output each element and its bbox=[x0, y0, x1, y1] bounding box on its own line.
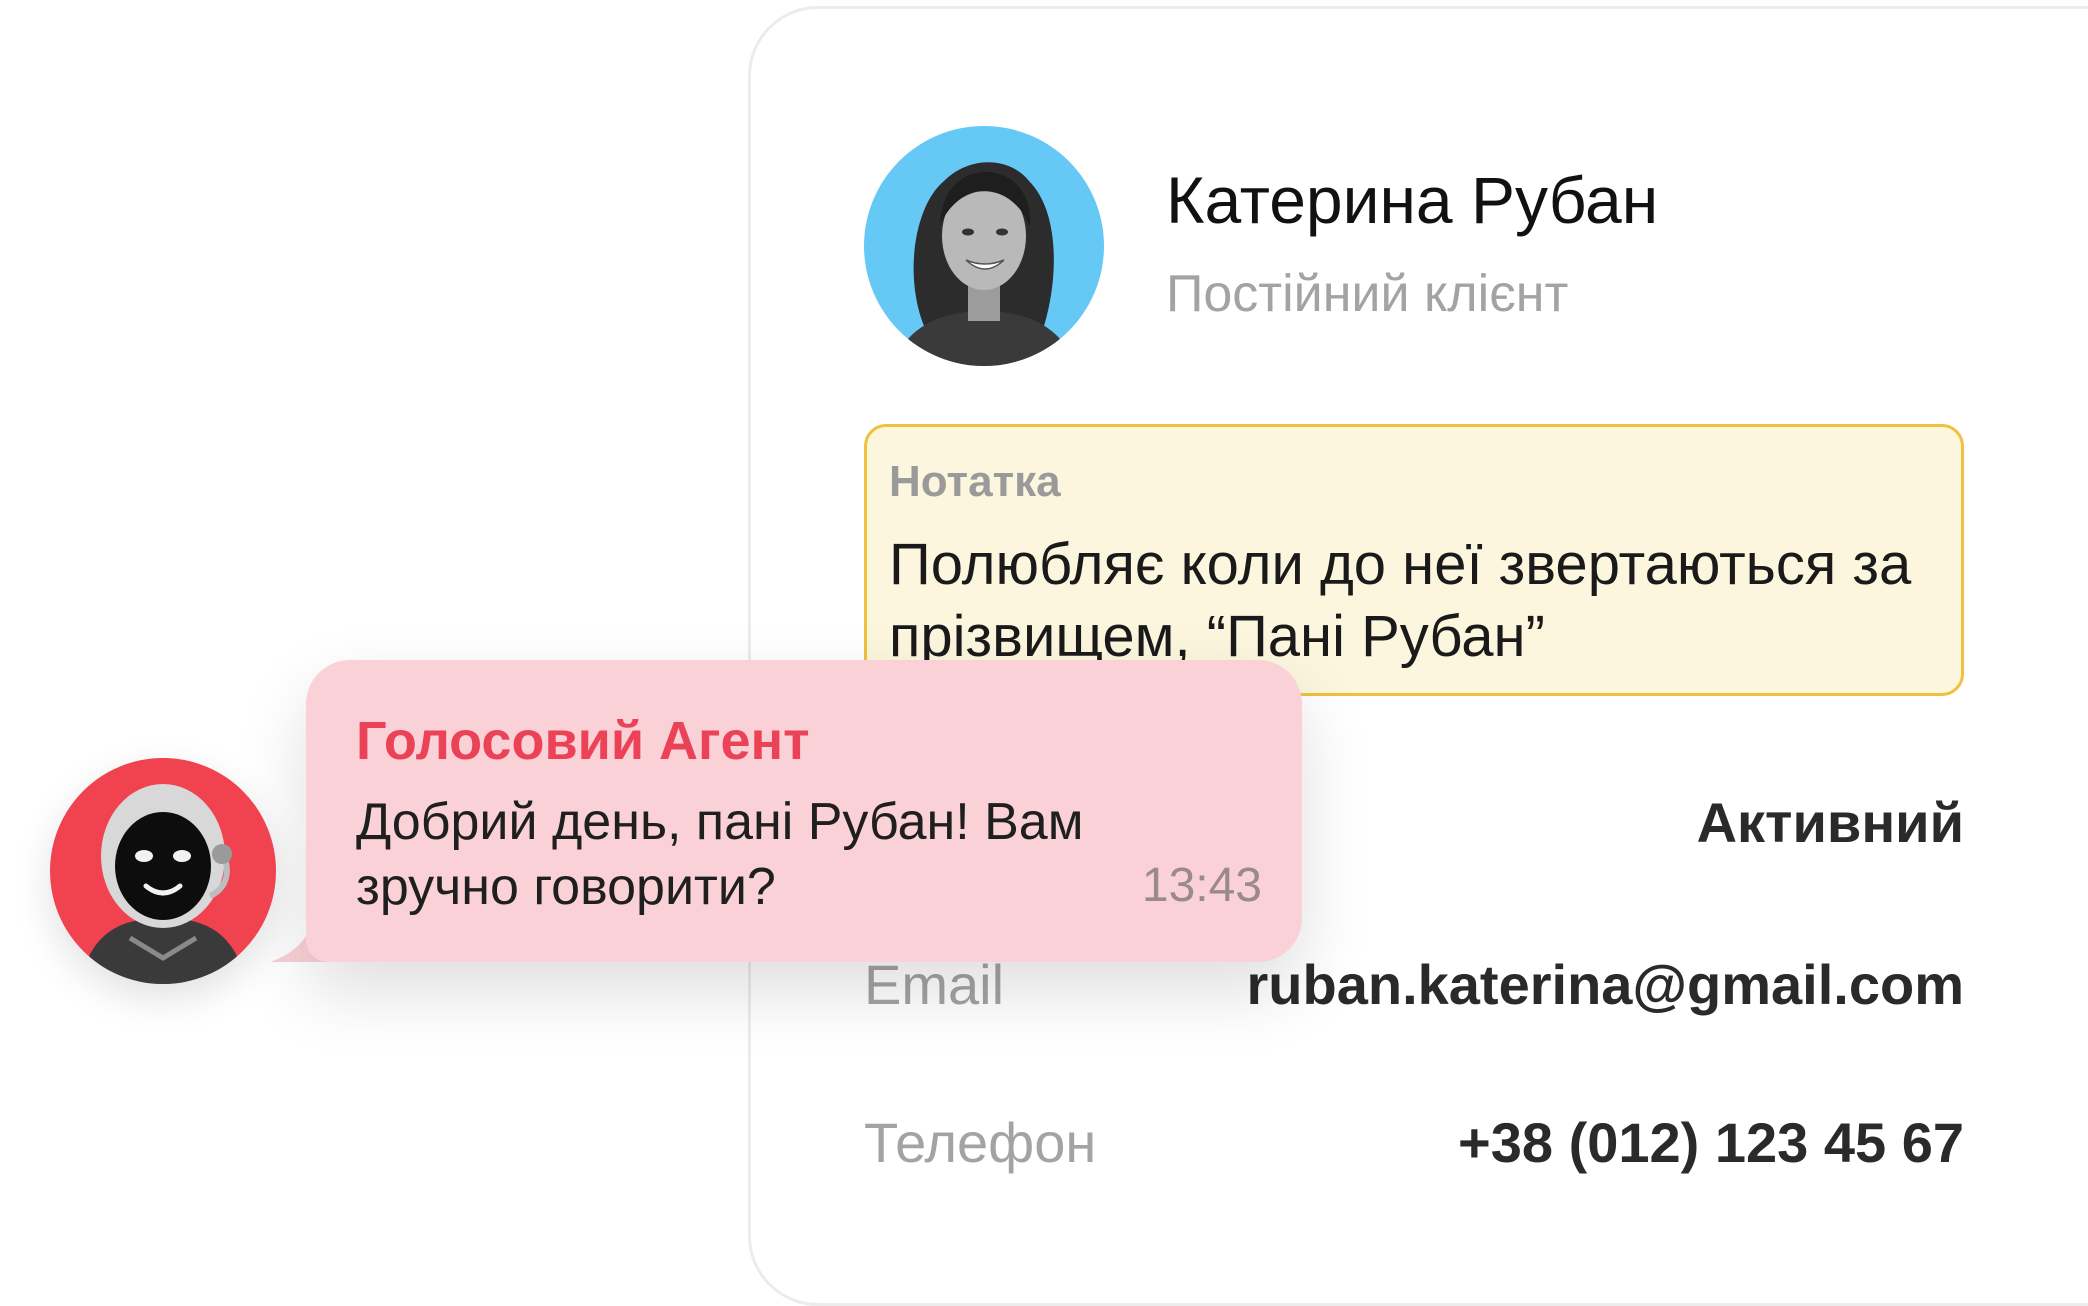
chat-sender: Голосовий Агент bbox=[356, 711, 810, 771]
customer-avatar bbox=[864, 126, 1104, 366]
chat-bubble: Голосовий Агент Добрий день, пані Рубан!… bbox=[306, 660, 1302, 962]
chat-time: 13:43 bbox=[1141, 859, 1262, 912]
note-text: Полюбляє коли до неї звертаються за пріз… bbox=[889, 532, 1912, 669]
phone-label: Телефон bbox=[864, 1111, 1097, 1174]
voice-agent-avatar bbox=[50, 758, 276, 984]
note-title: Нотатка bbox=[889, 457, 1061, 506]
contact-name: Катерина Рубан bbox=[1166, 163, 1659, 237]
email-value[interactable]: ruban.katerina@gmail.com bbox=[1247, 952, 1964, 1017]
note-box: Нотатка Полюбляє коли до неї звертаються… bbox=[864, 424, 1964, 696]
contact-status: Постійний клієнт bbox=[1166, 265, 1569, 323]
chat-message: Добрий день, пані Рубан! Вам зручно гово… bbox=[356, 793, 1084, 916]
phone-value[interactable]: +38 (012) 123 45 67 bbox=[1458, 1110, 1964, 1175]
status-value: Активний bbox=[1696, 791, 1964, 854]
